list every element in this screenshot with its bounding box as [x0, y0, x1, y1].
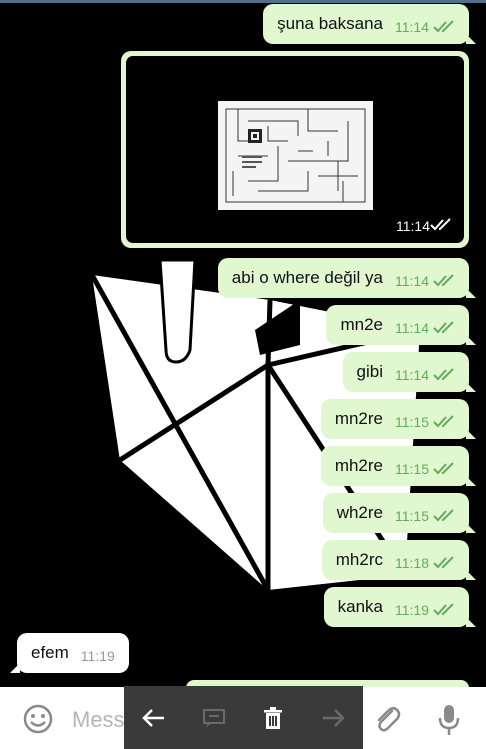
message-list[interactable]: şuna baksana 11:14 11:14 abi o where değ… — [0, 0, 486, 749]
message-time: 11:14 — [395, 366, 429, 383]
message-bubble-incoming[interactable]: efem 11:19 — [10, 633, 129, 673]
double-check-icon — [433, 508, 454, 521]
media-message[interactable]: 11:14 — [121, 51, 469, 248]
paperclip-icon[interactable] — [372, 703, 402, 735]
message-text: wh2re — [336, 503, 383, 522]
message-time: 11:14 — [395, 18, 429, 35]
forward-button[interactable] — [318, 703, 348, 733]
delete-button[interactable] — [258, 703, 288, 733]
message-time: 11:15 — [395, 460, 429, 477]
double-check-icon — [433, 320, 454, 333]
reply-button[interactable] — [199, 703, 229, 733]
message-bubble-outgoing[interactable]: abi o where değil ya 11:14 — [217, 258, 477, 298]
message-text: mn2re — [334, 409, 383, 428]
message-text: kanka — [337, 597, 383, 616]
message-text: abi o where değil ya — [231, 268, 383, 287]
message-bubble-outgoing[interactable]: mn2re 11:15 — [320, 399, 477, 439]
double-check-icon — [433, 273, 454, 286]
message-text: mh2re — [334, 456, 383, 475]
double-check-icon — [433, 367, 454, 380]
back-arrow-icon — [142, 708, 164, 727]
message-bubble-outgoing[interactable]: mh2re 11:15 — [320, 446, 477, 486]
message-bubble-outgoing[interactable]: şuna baksana 11:14 — [263, 4, 476, 44]
message-text: efem — [31, 643, 69, 662]
double-check-icon — [433, 19, 454, 32]
selection-toolbar — [124, 686, 363, 749]
message-bubble-outgoing[interactable]: mh2rc 11:18 — [321, 540, 477, 580]
message-time: 11:19 — [395, 601, 429, 618]
forward-arrow-icon — [323, 708, 345, 727]
message-bubble-outgoing[interactable]: kanka 11:19 — [323, 587, 477, 627]
message-text: şuna baksana — [277, 14, 383, 33]
message-time: 11:14 — [395, 272, 429, 289]
message-text: mh2rc — [335, 550, 383, 569]
message-time: 11:14 — [396, 218, 430, 234]
message-bubble-outgoing[interactable]: wh2re 11:15 — [322, 493, 477, 533]
maze-image[interactable] — [218, 101, 373, 210]
emoji-icon[interactable] — [22, 703, 54, 735]
double-check-icon — [430, 218, 451, 231]
message-text: mn2e — [340, 315, 383, 334]
double-check-icon — [433, 555, 454, 568]
media-frame: 11:14 — [126, 56, 464, 243]
message-time: 11:14 — [395, 319, 429, 336]
message-time: 11:15 — [395, 507, 429, 524]
microphone-icon[interactable] — [437, 703, 461, 737]
message-time: 11:15 — [395, 413, 429, 430]
double-check-icon — [433, 602, 454, 615]
reply-icon — [202, 708, 225, 727]
message-bubble-outgoing[interactable]: gibi 11:14 — [342, 352, 477, 392]
double-check-icon — [433, 461, 454, 474]
message-time: 11:19 — [80, 647, 115, 664]
message-time: 11:18 — [395, 554, 429, 571]
message-text: gibi — [356, 362, 383, 381]
double-check-icon — [433, 414, 454, 427]
message-bubble-outgoing[interactable]: mn2e 11:14 — [326, 305, 476, 345]
back-button[interactable] — [139, 703, 169, 733]
delete-icon — [264, 706, 283, 729]
